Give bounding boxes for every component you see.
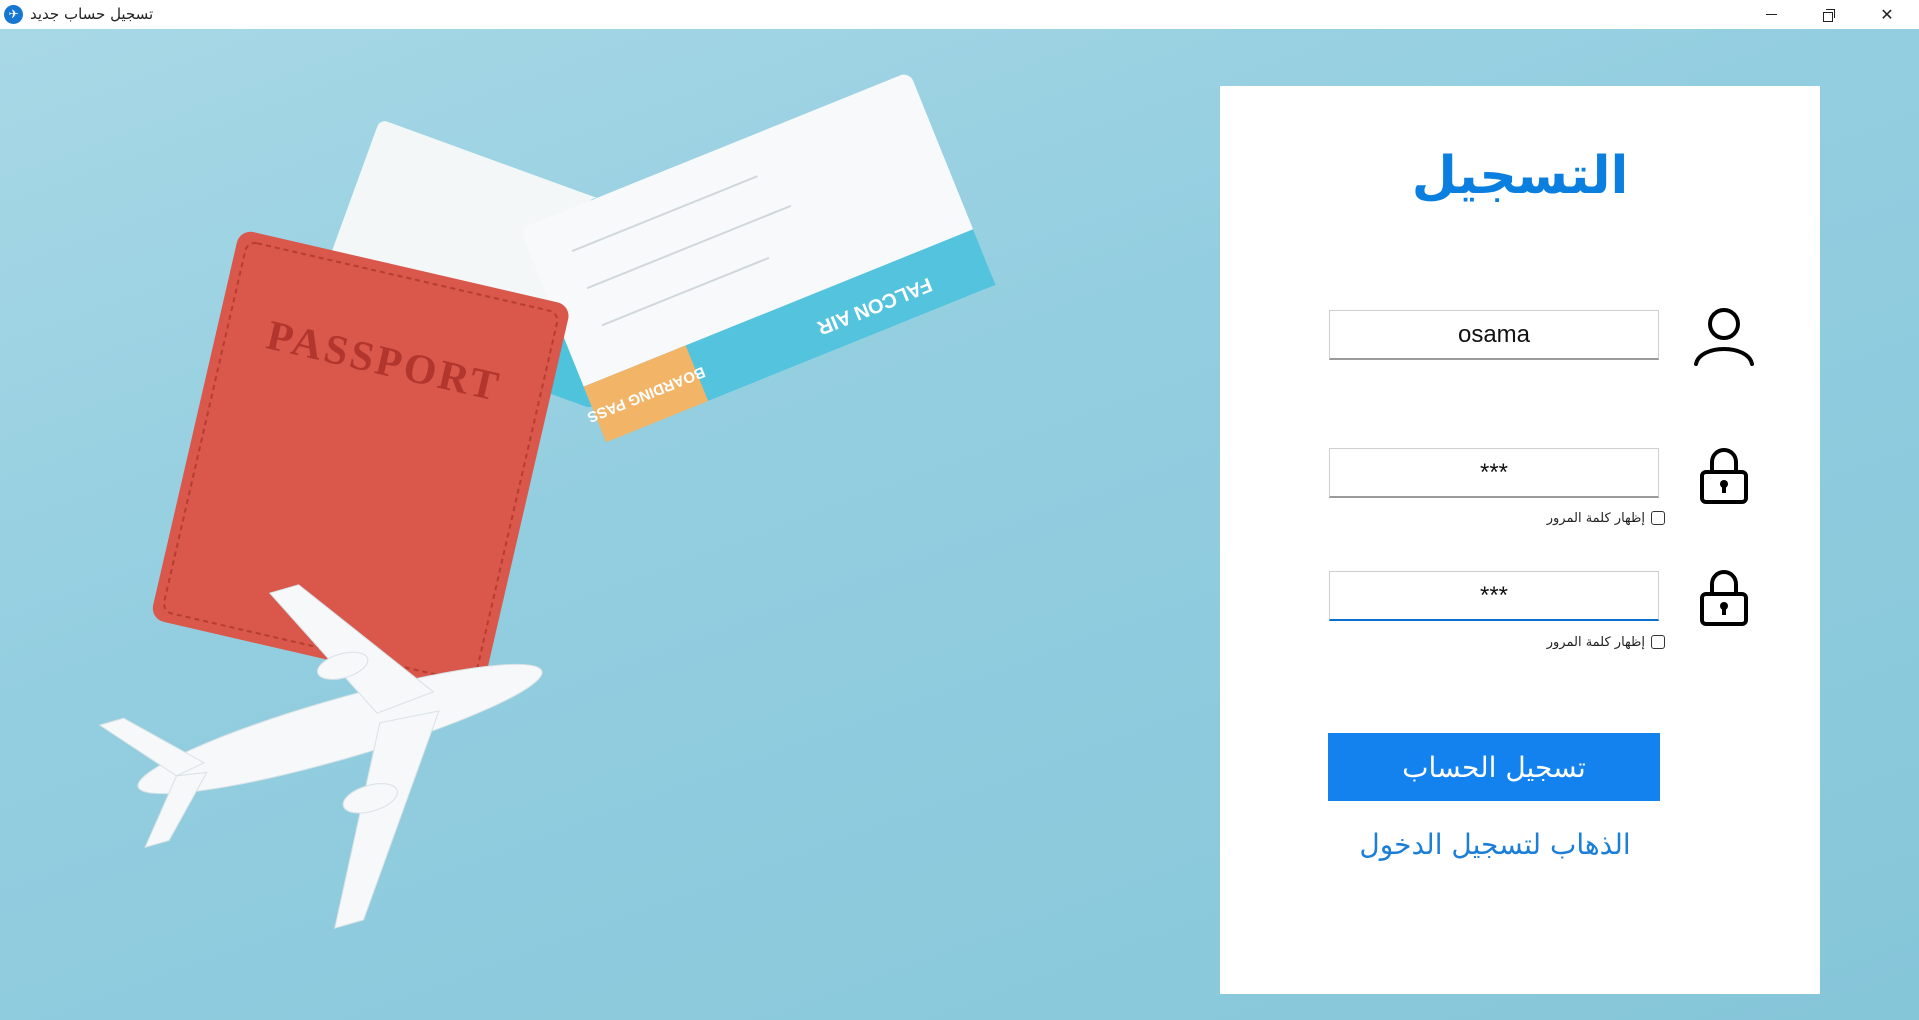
confirm-password-field[interactable] (1329, 571, 1659, 621)
window-title: تسجيل حساب جديد (30, 5, 154, 23)
close-icon: ✕ (1880, 5, 1894, 24)
title-bar: ✈ تسجيل حساب جديد ✕ (0, 0, 1919, 30)
go-to-login-link[interactable]: الذهاب لتسجيل الدخول (1300, 828, 1690, 861)
close-button[interactable]: ✕ (1858, 0, 1916, 29)
username-field[interactable] (1329, 310, 1659, 360)
lock-icon (1696, 446, 1760, 510)
restore-icon (1823, 8, 1835, 22)
user-icon (1692, 304, 1756, 368)
show-password-label-2: إظهار كلمة المرور (1546, 634, 1645, 650)
app-plane-icon: ✈ (4, 5, 23, 24)
signup-panel: التسجيل إظهار كلمة المرور إظهار كل (1220, 86, 1820, 994)
page-title: التسجيل (1411, 146, 1629, 206)
show-password-toggle-2[interactable]: إظهار كلمة المرور (1547, 632, 1665, 652)
show-password-toggle[interactable]: إظهار كلمة المرور (1547, 508, 1665, 528)
show-password-checkbox[interactable] (1651, 511, 1665, 525)
minimize-icon (1765, 14, 1777, 15)
restore-button[interactable] (1800, 0, 1858, 29)
lock-icon (1696, 568, 1760, 632)
show-password-label: إظهار كلمة المرور (1546, 510, 1645, 526)
minimize-button[interactable] (1742, 0, 1800, 29)
password-field[interactable] (1329, 448, 1659, 498)
show-password-checkbox-2[interactable] (1651, 635, 1665, 649)
create-account-button[interactable]: تسجيل الحساب (1328, 733, 1660, 801)
